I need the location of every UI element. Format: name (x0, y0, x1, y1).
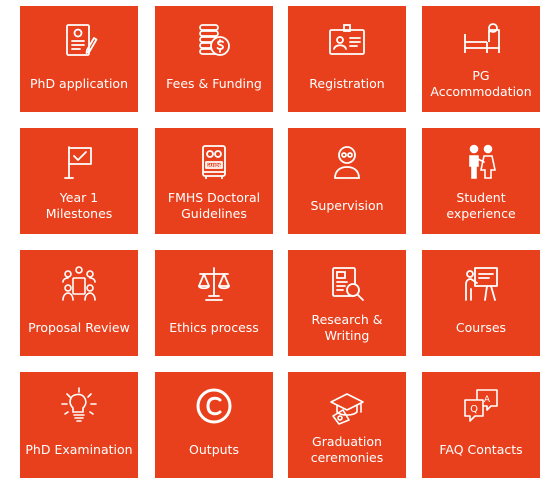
tile-faq-contacts[interactable]: A Q FAQ Contacts (422, 372, 540, 478)
tile-label: FMHS Doctoral Guidelines (167, 190, 261, 221)
svg-text:GUIDE: GUIDE (206, 163, 222, 169)
tile-label: Student experience (446, 190, 516, 221)
guide-book-icon: GUIDE (194, 142, 234, 182)
tile-courses[interactable]: Courses (422, 250, 540, 356)
tile-student-experience[interactable]: Student experience (422, 128, 540, 234)
two-people-icon (461, 142, 501, 182)
svg-text:A: A (484, 395, 491, 405)
tile-label: Supervision (310, 198, 384, 213)
tile-research-writing[interactable]: Research & Writing (288, 250, 406, 356)
flag-check-icon (59, 142, 99, 182)
id-card-icon (327, 20, 367, 60)
meeting-icon (59, 264, 99, 304)
application-form-icon (59, 20, 99, 60)
tile-label: PhD Examination (25, 442, 133, 457)
tile-outputs[interactable]: Outputs (155, 372, 273, 478)
tile-supervision[interactable]: Supervision (288, 128, 406, 234)
tile-registration[interactable]: Registration (288, 6, 406, 112)
lightbulb-icon (59, 386, 99, 426)
tile-label: FAQ Contacts (439, 442, 523, 457)
speech-bubbles-qa-icon: A Q (461, 386, 501, 426)
tile-fees-funding[interactable]: Fees & Funding (155, 6, 273, 112)
presenter-board-icon (461, 264, 501, 304)
tile-pg-accommodation[interactable]: PG Accommodation (422, 6, 540, 112)
tile-label: Graduation ceremonies (310, 434, 384, 465)
tile-label: Registration (309, 76, 385, 91)
tile-label: Outputs (189, 442, 239, 457)
tile-label: Courses (455, 320, 507, 335)
tile-label: Proposal Review (28, 320, 130, 335)
tile-grid: PhD application Fees & Funding Registrat… (0, 0, 542, 478)
tile-year1-milestones[interactable]: Year 1 Milestones (20, 128, 138, 234)
coins-dollar-icon (194, 20, 234, 60)
supervisor-icon (327, 142, 367, 182)
tile-proposal-review[interactable]: Proposal Review (20, 250, 138, 356)
tile-graduation-ceremonies[interactable]: Graduation ceremonies (288, 372, 406, 478)
tile-label: PhD application (29, 76, 128, 91)
tile-ethics-process[interactable]: Ethics process (155, 250, 273, 356)
tile-label: Year 1 Milestones (45, 190, 113, 221)
tile-label: PG Accommodation (430, 68, 532, 99)
tile-label: Fees & Funding (166, 76, 262, 91)
scales-icon (194, 264, 234, 304)
tile-label: Ethics process (169, 320, 259, 335)
graduation-cap-icon (327, 386, 367, 426)
svg-text:Q: Q (470, 404, 478, 415)
tile-label: Research & Writing (311, 312, 383, 343)
bed-icon (461, 20, 501, 60)
tile-fmhs-doctoral-guidelines[interactable]: GUIDE FMHS Doctoral Guidelines (155, 128, 273, 234)
tile-phd-examination[interactable]: PhD Examination (20, 372, 138, 478)
tile-phd-application[interactable]: PhD application (20, 6, 138, 112)
document-search-icon (327, 264, 367, 304)
copyright-icon (194, 386, 234, 426)
